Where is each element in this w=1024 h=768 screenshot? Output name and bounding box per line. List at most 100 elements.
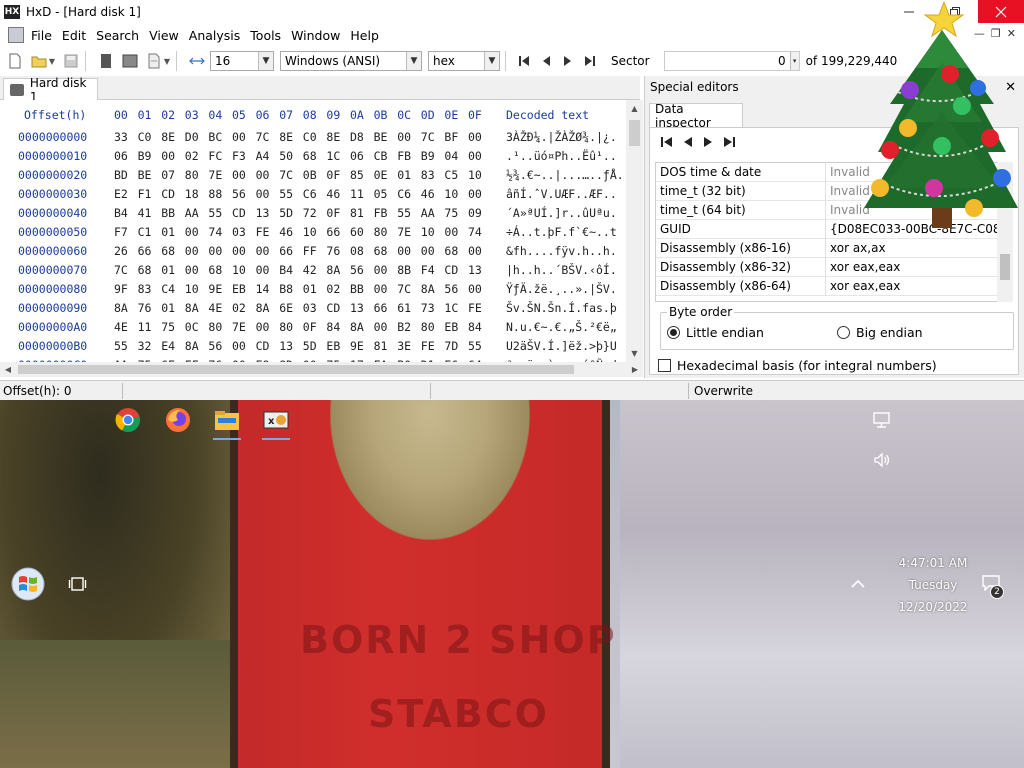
hex-byte[interactable]: 00	[232, 244, 246, 258]
hex-byte[interactable]: CB	[374, 149, 388, 163]
menu-window[interactable]: Window	[286, 28, 345, 43]
hex-byte[interactable]: 7C	[421, 130, 435, 144]
hex-byte[interactable]: 1C	[326, 149, 340, 163]
start-button[interactable]	[10, 566, 46, 602]
hex-byte[interactable]: 72	[303, 206, 317, 220]
hex-byte[interactable]: 00	[468, 130, 482, 144]
hex-byte[interactable]: A4	[256, 149, 270, 163]
sector-input[interactable]: 0 ▾	[663, 51, 800, 71]
last-sector-button[interactable]	[581, 52, 599, 70]
hex-byte[interactable]: 02	[326, 282, 340, 296]
hex-byte[interactable]: 14	[256, 282, 270, 296]
hex-byte[interactable]: 01	[397, 168, 411, 182]
next-sector-button[interactable]	[559, 52, 577, 70]
hex-row[interactable]: 0000000040 B4 41 BB AA 55 CD 13 5D 72 0F 81 FB 55 AA 75…	[0, 206, 626, 225]
hex-row[interactable]: 0000000000 33 C0 8E D0 BC 00 7C 8E C0 8E D8 BE 00 7C BF…	[0, 130, 626, 149]
hex-byte[interactable]: 00	[185, 263, 199, 277]
hex-byte[interactable]: 10	[232, 263, 246, 277]
inspector-value[interactable]: xor eax,eax	[826, 260, 1009, 274]
open-ram-button[interactable]	[121, 52, 139, 70]
hex-byte[interactable]: F3	[232, 149, 246, 163]
hex-byte[interactable]: 88	[208, 187, 222, 201]
scroll-right-icon[interactable]: ▶	[627, 362, 643, 377]
hex-byte[interactable]: 55	[468, 339, 482, 353]
scroll-down-icon[interactable]: ▼	[626, 345, 643, 362]
menu-edit[interactable]: Edit	[57, 28, 91, 43]
inspector-row[interactable]: Disassembly (x86-32) xor eax,eax	[656, 257, 1009, 277]
hex-byte[interactable]: 00	[444, 225, 458, 239]
hex-byte[interactable]: 13	[279, 339, 293, 353]
chrome-taskbar-icon[interactable]	[112, 404, 144, 436]
hex-row[interactable]: 0000000080 9F 83 C4 10 9E EB 14 B8 01 02 BB 00 7C 8A 56…	[0, 282, 626, 301]
hex-byte[interactable]: C1	[138, 225, 152, 239]
hex-byte[interactable]: FE	[256, 225, 270, 239]
hex-byte[interactable]: 66	[279, 244, 293, 258]
menu-search[interactable]: Search	[91, 28, 144, 43]
hex-byte[interactable]: 32	[138, 339, 152, 353]
hex-byte[interactable]: C0	[138, 130, 152, 144]
hex-byte[interactable]: 9E	[350, 339, 364, 353]
tab-data-inspector[interactable]: Data inspector	[649, 102, 743, 130]
hex-byte[interactable]: C6	[397, 187, 411, 201]
hxd-taskbar-icon[interactable]: x	[260, 404, 292, 440]
hex-byte[interactable]: 00	[468, 149, 482, 163]
hex-byte[interactable]: C5	[444, 168, 458, 182]
hex-byte[interactable]: 50	[279, 149, 293, 163]
hex-byte[interactable]: CD	[161, 187, 175, 201]
hex-byte[interactable]: 05	[374, 187, 388, 201]
next-icon[interactable]	[702, 136, 715, 152]
hex-byte[interactable]: 8A	[114, 301, 128, 315]
hex-byte[interactable]: 56	[444, 282, 458, 296]
hex-row[interactable]: 0000000060 26 66 68 00 00 00 00 66 FF 76 08 68 00 00 68…	[0, 244, 626, 263]
hex-byte[interactable]: 01	[303, 282, 317, 296]
volume-tray-icon[interactable]	[866, 444, 898, 476]
hex-byte[interactable]: 60	[350, 225, 364, 239]
hex-byte[interactable]: EB	[444, 320, 458, 334]
hex-byte[interactable]: 7C	[279, 168, 293, 182]
hex-byte[interactable]: 55	[114, 339, 128, 353]
hex-byte[interactable]: 0B	[303, 168, 317, 182]
file-explorer-taskbar-icon[interactable]	[211, 404, 243, 440]
hex-byte[interactable]: 8E	[279, 130, 293, 144]
hex-byte[interactable]: 41	[138, 206, 152, 220]
show-hidden-icons-button[interactable]	[842, 568, 874, 600]
hex-byte[interactable]: BB	[161, 206, 175, 220]
hex-row[interactable]: 0000000070 7C 68 01 00 68 10 00 B4 42 8A 56 00 8B F4 CD…	[0, 263, 626, 282]
decoded-text[interactable]: &fh....fÿv.h..h.	[506, 244, 624, 258]
hex-byte[interactable]: 84	[326, 320, 340, 334]
hex-byte[interactable]: 00	[185, 225, 199, 239]
big-endian-radio[interactable]: Big endian	[837, 325, 923, 340]
hex-byte[interactable]: 13	[256, 206, 270, 220]
hex-byte[interactable]: 00	[374, 320, 388, 334]
hex-byte[interactable]: 61	[397, 301, 411, 315]
save-button[interactable]	[62, 52, 80, 70]
menu-help[interactable]: Help	[345, 28, 384, 43]
hex-byte[interactable]: 13	[350, 301, 364, 315]
system-clock[interactable]: 4:47:01 AM Tuesday 12/20/2022	[888, 552, 978, 618]
hex-byte[interactable]: 00	[468, 282, 482, 296]
hex-byte[interactable]: FE	[468, 301, 482, 315]
hex-byte[interactable]: 00	[232, 130, 246, 144]
first-sector-button[interactable]	[515, 52, 533, 70]
hex-byte[interactable]: BE	[374, 130, 388, 144]
scroll-thumb[interactable]	[629, 120, 640, 146]
hex-byte[interactable]: 68	[208, 263, 222, 277]
hex-byte[interactable]: 55	[208, 206, 222, 220]
hex-byte[interactable]: 11	[138, 320, 152, 334]
hex-byte[interactable]: 3E	[397, 339, 411, 353]
hex-byte[interactable]: 00	[468, 244, 482, 258]
menu-tools[interactable]: Tools	[245, 28, 286, 43]
hex-byte[interactable]: 8B	[397, 263, 411, 277]
hex-byte[interactable]: F4	[421, 263, 435, 277]
hex-row[interactable]: 0000000010 06 B9 00 02 FC F3 A4 50 68 1C 06 CB FB B9 04…	[0, 149, 626, 168]
hex-byte[interactable]: 8A	[185, 301, 199, 315]
decoded-text[interactable]: ŸƒÄ.žë.¸..».|ŠV.	[506, 282, 624, 296]
hex-byte[interactable]: 76	[138, 301, 152, 315]
hex-byte[interactable]: 85	[350, 168, 364, 182]
hex-byte[interactable]: 0E	[374, 168, 388, 182]
hex-byte[interactable]: 00	[397, 244, 411, 258]
hex-byte[interactable]: 06	[350, 149, 364, 163]
hex-byte[interactable]: 6E	[279, 301, 293, 315]
hex-byte[interactable]: 80	[279, 320, 293, 334]
hex-byte[interactable]: FC	[208, 149, 222, 163]
